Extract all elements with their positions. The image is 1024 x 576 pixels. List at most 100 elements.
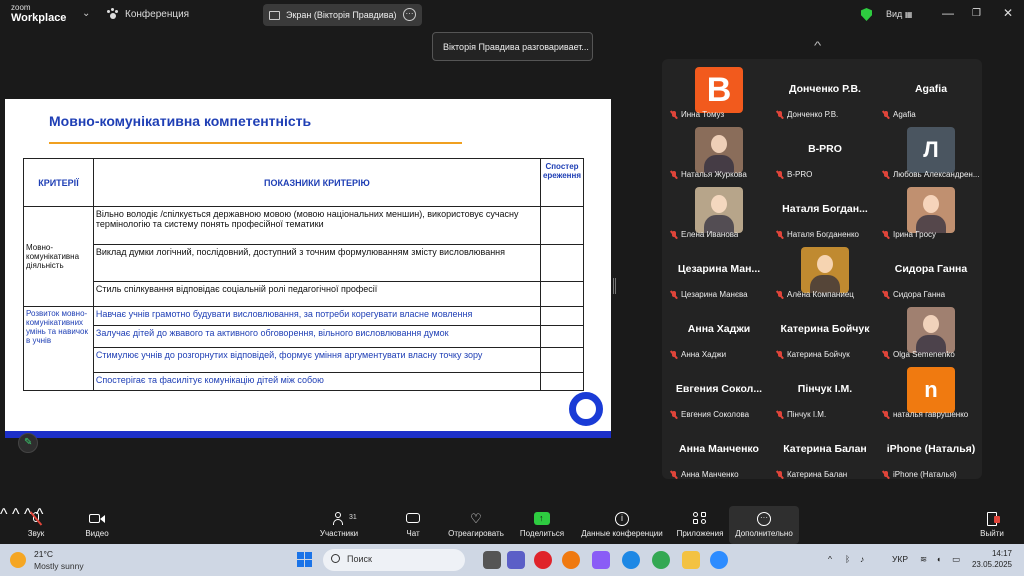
- meeting-menu[interactable]: Конференция: [107, 8, 189, 20]
- participant-tile[interactable]: Алёна Компаниец: [772, 241, 878, 301]
- participant-tile[interactable]: Agafia Agafia: [878, 61, 984, 121]
- video-button[interactable]: Видео: [82, 506, 112, 544]
- speaker-icon[interactable]: ◖: [936, 554, 941, 564]
- participant-name-label: Наталья Журкова: [670, 170, 747, 179]
- participant-display-name: Евгения Сокол...: [675, 383, 763, 395]
- meeting-info-button[interactable]: i Данные конференции: [578, 506, 666, 544]
- mic-muted-icon: [882, 410, 890, 419]
- screen-share-pill[interactable]: Экран (Вікторія Правдива) ···: [263, 4, 422, 26]
- more-icon[interactable]: ···: [403, 8, 416, 21]
- task-view-icon[interactable]: [483, 551, 501, 569]
- participant-name: наталья гаврушенко: [893, 410, 969, 419]
- video-options-caret[interactable]: ^: [12, 506, 20, 523]
- participant-name-label: Наталя Богданенко: [776, 230, 859, 239]
- participant-tile[interactable]: Наталья Журкова: [666, 121, 772, 181]
- share-screen-button[interactable]: ↑ Поделиться: [518, 506, 566, 544]
- volume-icon[interactable]: ♪: [860, 554, 864, 564]
- opera-icon[interactable]: [534, 551, 552, 569]
- sun-icon[interactable]: [10, 552, 26, 568]
- participant-tile[interactable]: Пінчук І.М. Пінчук І.М.: [772, 361, 878, 421]
- participant-photo: [907, 187, 955, 233]
- participant-tile[interactable]: Катерина Бойчук Катерина Бойчук: [772, 301, 878, 361]
- edge-icon[interactable]: [622, 551, 640, 569]
- participant-gallery: B Инна Томуз Донченко Р.В. Донченко Р.В. Aga…: [662, 59, 982, 479]
- participants-label: Участники: [319, 529, 359, 538]
- participant-name-label: Елена Иванова: [670, 230, 738, 239]
- participant-tile[interactable]: Сидора Ганна Сидора Ганна: [878, 241, 984, 301]
- clock-time: 14:17: [991, 549, 1012, 558]
- avatar-letter: n: [924, 377, 938, 402]
- language-indicator[interactable]: УКР: [892, 554, 908, 564]
- participant-tile[interactable]: Елена Иванова: [666, 181, 772, 241]
- participant-tile[interactable]: Цезарина Ман... Цезарина Манєва: [666, 241, 772, 301]
- meeting-label: Конференция: [125, 8, 190, 20]
- firefox-icon[interactable]: [562, 551, 580, 569]
- more-button[interactable]: ··· Дополнительно: [729, 506, 799, 544]
- view-label: Вид: [886, 9, 903, 19]
- participant-tile[interactable]: Анна Хаджи Анна Хаджи: [666, 301, 772, 361]
- apps-button[interactable]: Приложения: [674, 506, 726, 544]
- apps-label: Приложения: [676, 529, 724, 538]
- participant-tile[interactable]: B Инна Томуз: [666, 61, 772, 121]
- participant-name-label: Катерина Бойчук: [776, 350, 850, 359]
- teams-icon[interactable]: [507, 551, 525, 569]
- annotate-button[interactable]: ✎: [18, 433, 38, 453]
- participant-tile[interactable]: Л Любовь Александрен...: [878, 121, 984, 181]
- windows-start-icon[interactable]: [297, 552, 313, 568]
- taskbar-search[interactable]: Поиск: [323, 549, 465, 571]
- indicator-cell: Залучає дітей до жвавого та активного об…: [92, 325, 541, 348]
- indicator-cell: Стимулює учнів до розгорнутих відповідей…: [92, 347, 541, 373]
- taskbar-clock[interactable]: 14:17 23.05.2025: [972, 548, 1012, 570]
- participant-tile[interactable]: Olga Semenenko: [878, 301, 984, 361]
- file-explorer-icon[interactable]: [682, 551, 700, 569]
- audio-options-caret[interactable]: ^: [0, 506, 8, 523]
- participant-tile[interactable]: Наталя Богдан... Наталя Богданенко: [772, 181, 878, 241]
- chevron-up-icon[interactable]: ^: [814, 40, 821, 52]
- person-silhouette: [711, 135, 727, 153]
- view-menu[interactable]: Вид ▦: [886, 9, 912, 19]
- chevron-down-icon[interactable]: ⌄: [82, 8, 90, 19]
- participant-name-label: Цезарина Манєва: [670, 290, 748, 299]
- participants-button[interactable]: Участники: [316, 506, 362, 544]
- mic-muted-icon: [670, 170, 678, 179]
- participant-tile[interactable]: iPhone (Наталья) iPhone (Наталья): [878, 421, 984, 481]
- close-icon[interactable]: ✕: [1003, 6, 1013, 20]
- participant-name: Анна Манченко: [681, 470, 739, 479]
- participant-name: Инна Томуз: [681, 110, 725, 119]
- participant-tile[interactable]: B-PRO B-PRO: [772, 121, 878, 181]
- screen-share-label: Экран (Вікторія Правдива): [286, 10, 397, 20]
- restore-icon[interactable]: ❐: [972, 8, 981, 19]
- mic-muted-icon: [670, 410, 678, 419]
- participant-tile[interactable]: Катерина Балан Катерина Балан: [772, 421, 878, 481]
- battery-icon[interactable]: ▭: [952, 554, 960, 565]
- participant-tile[interactable]: Евгения Сокол... Евгения Соколова: [666, 361, 772, 421]
- weather-condition: Mostly sunny: [34, 561, 84, 571]
- person-silhouette: [817, 255, 833, 273]
- chat-button[interactable]: Чат: [400, 506, 426, 544]
- participant-tile[interactable]: Ірина Гросу: [878, 181, 984, 241]
- audio-button[interactable]: Звук: [22, 506, 50, 544]
- split-view-handle[interactable]: [613, 278, 616, 294]
- tray-overflow-icon[interactable]: ^: [828, 554, 832, 564]
- react-button[interactable]: ♡ Отреагировать: [446, 506, 506, 544]
- participant-tile[interactable]: n наталья гаврушенко: [878, 361, 984, 421]
- security-shield-icon[interactable]: [861, 8, 872, 21]
- participant-tile[interactable]: Анна Манченко Анна Манченко: [666, 421, 772, 481]
- participant-tile[interactable]: Донченко Р.В. Донченко Р.В.: [772, 61, 878, 121]
- bluetooth-icon[interactable]: ᛒ: [845, 554, 850, 564]
- copilot-icon[interactable]: [592, 551, 610, 569]
- participant-name-label: Ірина Гросу: [882, 230, 936, 239]
- chrome-icon[interactable]: [652, 551, 670, 569]
- minimize-icon[interactable]: —: [942, 6, 954, 20]
- windows-taskbar: 21°C Mostly sunny Поиск ^ ᛒ ♪ УКР ≋ ◖ ▭ …: [0, 544, 1024, 576]
- leave-button[interactable]: Выйти: [978, 506, 1006, 544]
- indicator-cell: Стиль спілкування відповідає соціальній …: [92, 281, 541, 307]
- participant-display-name: Катерина Бойчук: [780, 323, 870, 335]
- wifi-icon[interactable]: ≋: [920, 554, 927, 565]
- zoom-app-icon[interactable]: [710, 551, 728, 569]
- person-silhouette: [923, 315, 939, 333]
- participant-name-label: Анна Хаджи: [670, 350, 726, 359]
- participant-name-label: Катерина Балан: [776, 470, 847, 479]
- chat-bubble-icon: [405, 512, 421, 526]
- participant-name-label: наталья гаврушенко: [882, 410, 968, 419]
